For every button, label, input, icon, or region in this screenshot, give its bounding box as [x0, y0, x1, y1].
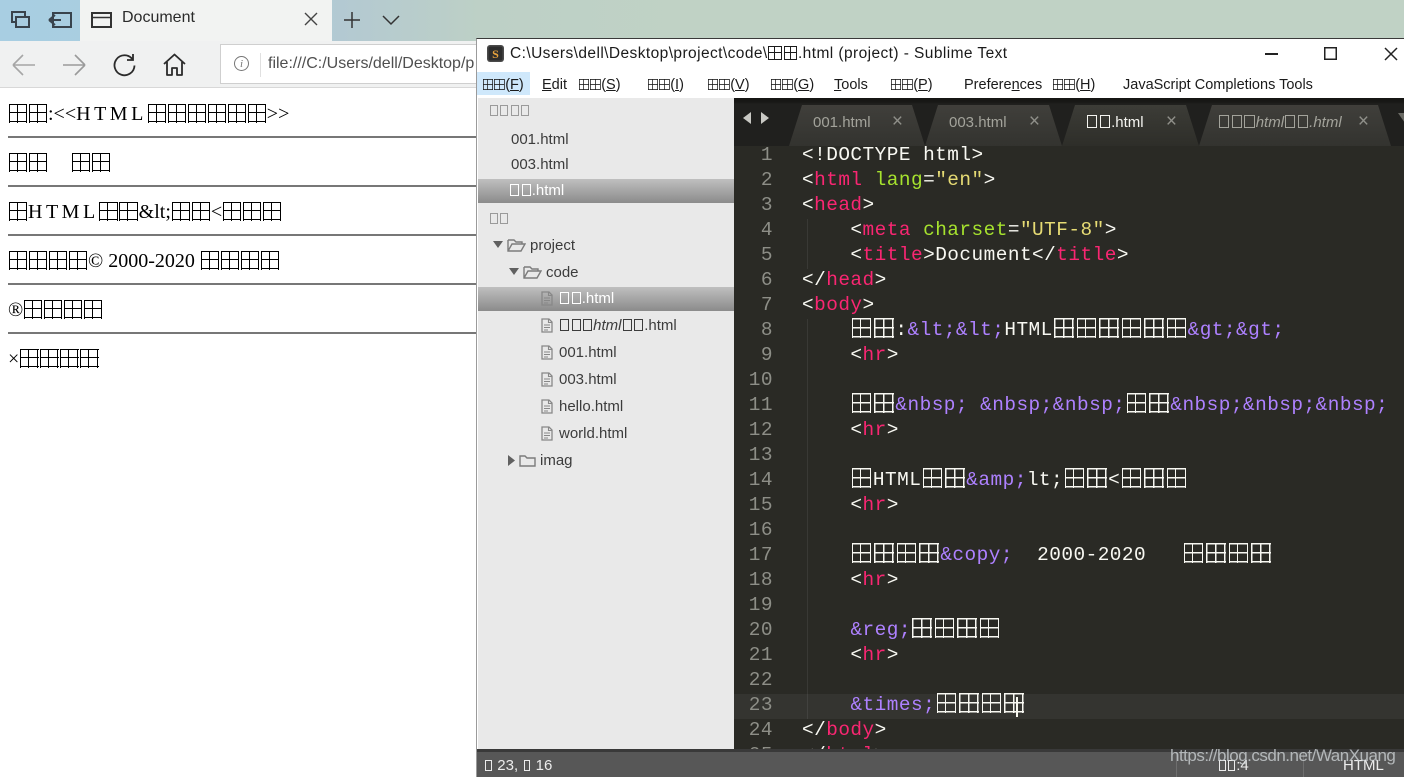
svg-text:S: S [492, 47, 499, 61]
